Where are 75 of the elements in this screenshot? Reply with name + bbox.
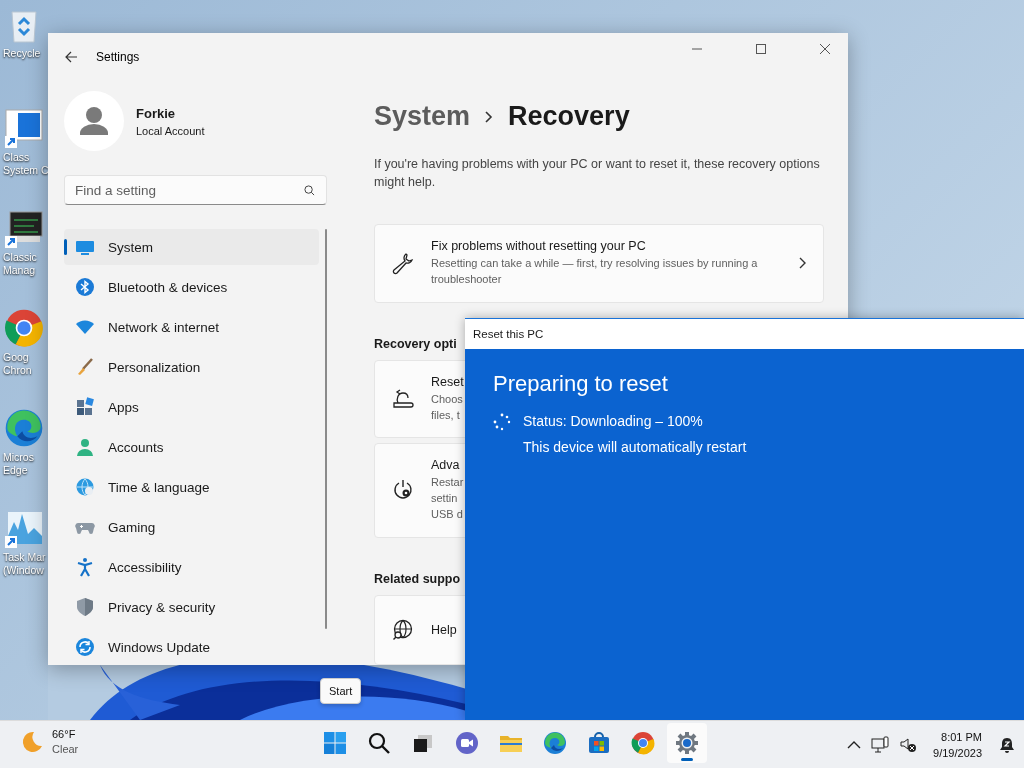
edge-shortcut-icon[interactable] <box>4 408 44 448</box>
desktop-icon-label: Task Mar (Window <box>2 551 46 577</box>
desktop-icon-label: Micros Edge <box>2 451 34 477</box>
bluetooth-icon <box>75 277 95 297</box>
nav-item[interactable]: Bluetooth & devices <box>64 269 319 305</box>
breadcrumb-parent[interactable]: System <box>374 101 471 133</box>
card-description: Restar settin USB d <box>431 475 464 523</box>
nav-item[interactable]: Time & language <box>64 469 319 505</box>
settings-icon[interactable] <box>675 731 699 755</box>
search-field[interactable]: Find a setting <box>64 175 327 205</box>
video-chat-icon[interactable] <box>455 731 479 755</box>
brush-icon <box>75 357 95 377</box>
nav-item[interactable]: Apps <box>64 389 319 425</box>
card-title: Adva <box>431 458 460 473</box>
card-description: Choos files, t <box>431 391 463 423</box>
desktop-icon-label: Classic Manag <box>2 251 37 277</box>
nav-item[interactable]: Network & internet <box>64 309 319 345</box>
apps-icon <box>75 397 95 417</box>
nav-item[interactable]: Privacy & security <box>64 589 319 625</box>
chrome-icon[interactable] <box>631 731 655 755</box>
sync-icon <box>75 637 95 657</box>
network-icon[interactable] <box>871 736 890 754</box>
window-shortcut-icon[interactable] <box>4 108 44 148</box>
windows-logo-icon[interactable] <box>323 731 347 755</box>
desktop-icon-label: Recycle <box>2 47 41 60</box>
shield-icon <box>75 597 95 617</box>
nav-item[interactable]: Accounts <box>64 429 319 465</box>
edge-icon[interactable] <box>543 731 567 755</box>
user-name: Forkie <box>136 105 176 121</box>
restart-note: This device will automatically restart <box>523 439 747 455</box>
person-icon <box>75 437 95 457</box>
search-icon[interactable] <box>367 731 391 755</box>
chevron-right-icon <box>799 257 807 270</box>
chevron-icon <box>484 109 495 124</box>
accessibility-icon <box>75 557 95 577</box>
globe-search-icon <box>391 618 415 642</box>
page-description: If you're having problems with your PC or want to reset it, these recovery options might help. <box>374 155 821 191</box>
globe-clock-icon <box>75 477 95 497</box>
monitor-shortcut-icon[interactable] <box>4 208 44 248</box>
dialog-heading: Preparing to reset <box>493 371 669 397</box>
status-text: Status: Downloading – 100% <box>523 413 704 429</box>
tooltip: Start <box>320 678 362 704</box>
speaker-muted-icon[interactable] <box>899 736 918 754</box>
desktop-icon-label: Class System C <box>2 151 49 177</box>
card-title: Fix problems without resetting your PC <box>431 239 646 254</box>
weather-condition: Clear <box>52 742 79 757</box>
wrench-icon <box>391 251 415 276</box>
nav-item[interactable]: Accessibility <box>64 549 319 585</box>
chrome-shortcut-icon[interactable] <box>4 308 44 348</box>
temperature: 66°F <box>52 727 77 742</box>
avatar-icon <box>64 91 124 151</box>
nav-item[interactable]: Personalization <box>64 349 319 385</box>
card-description: Resetting can take a while — first, try resolving issues by running a troubleshooter <box>431 256 759 288</box>
page-title: Recovery <box>508 101 630 133</box>
clock[interactable]: 8:01 PM 9/19/2023 <box>927 729 988 761</box>
store-bag-icon[interactable] <box>587 731 611 755</box>
search-icon <box>304 185 315 196</box>
fix-problems-card[interactable]: Fix problems without resetting your PC Resetting can take a while — first, try resolving issues by running a troubleshooter <box>374 223 824 303</box>
close-icon[interactable] <box>820 44 830 54</box>
desktop-icon-label: Goog Chron <box>2 351 32 377</box>
chevron-up-icon[interactable] <box>847 740 862 750</box>
window-title: Settings <box>96 50 140 64</box>
nav-item[interactable]: Windows Update <box>64 629 319 665</box>
nav-item[interactable]: Gaming <box>64 509 319 545</box>
section-heading: Recovery opti <box>374 336 457 351</box>
card-title: Help <box>431 623 457 637</box>
account-type: Local Account <box>136 124 205 137</box>
bell-icon[interactable] <box>998 736 1016 754</box>
back-arrow-icon[interactable] <box>64 50 78 64</box>
spinner-icon <box>493 413 511 431</box>
section-heading: Related suppo <box>374 572 461 586</box>
dialog-title: Reset this PC <box>473 328 544 340</box>
card-title: Reset <box>431 374 464 389</box>
nav-item[interactable]: System <box>64 229 319 265</box>
maximize-icon[interactable] <box>756 44 766 54</box>
